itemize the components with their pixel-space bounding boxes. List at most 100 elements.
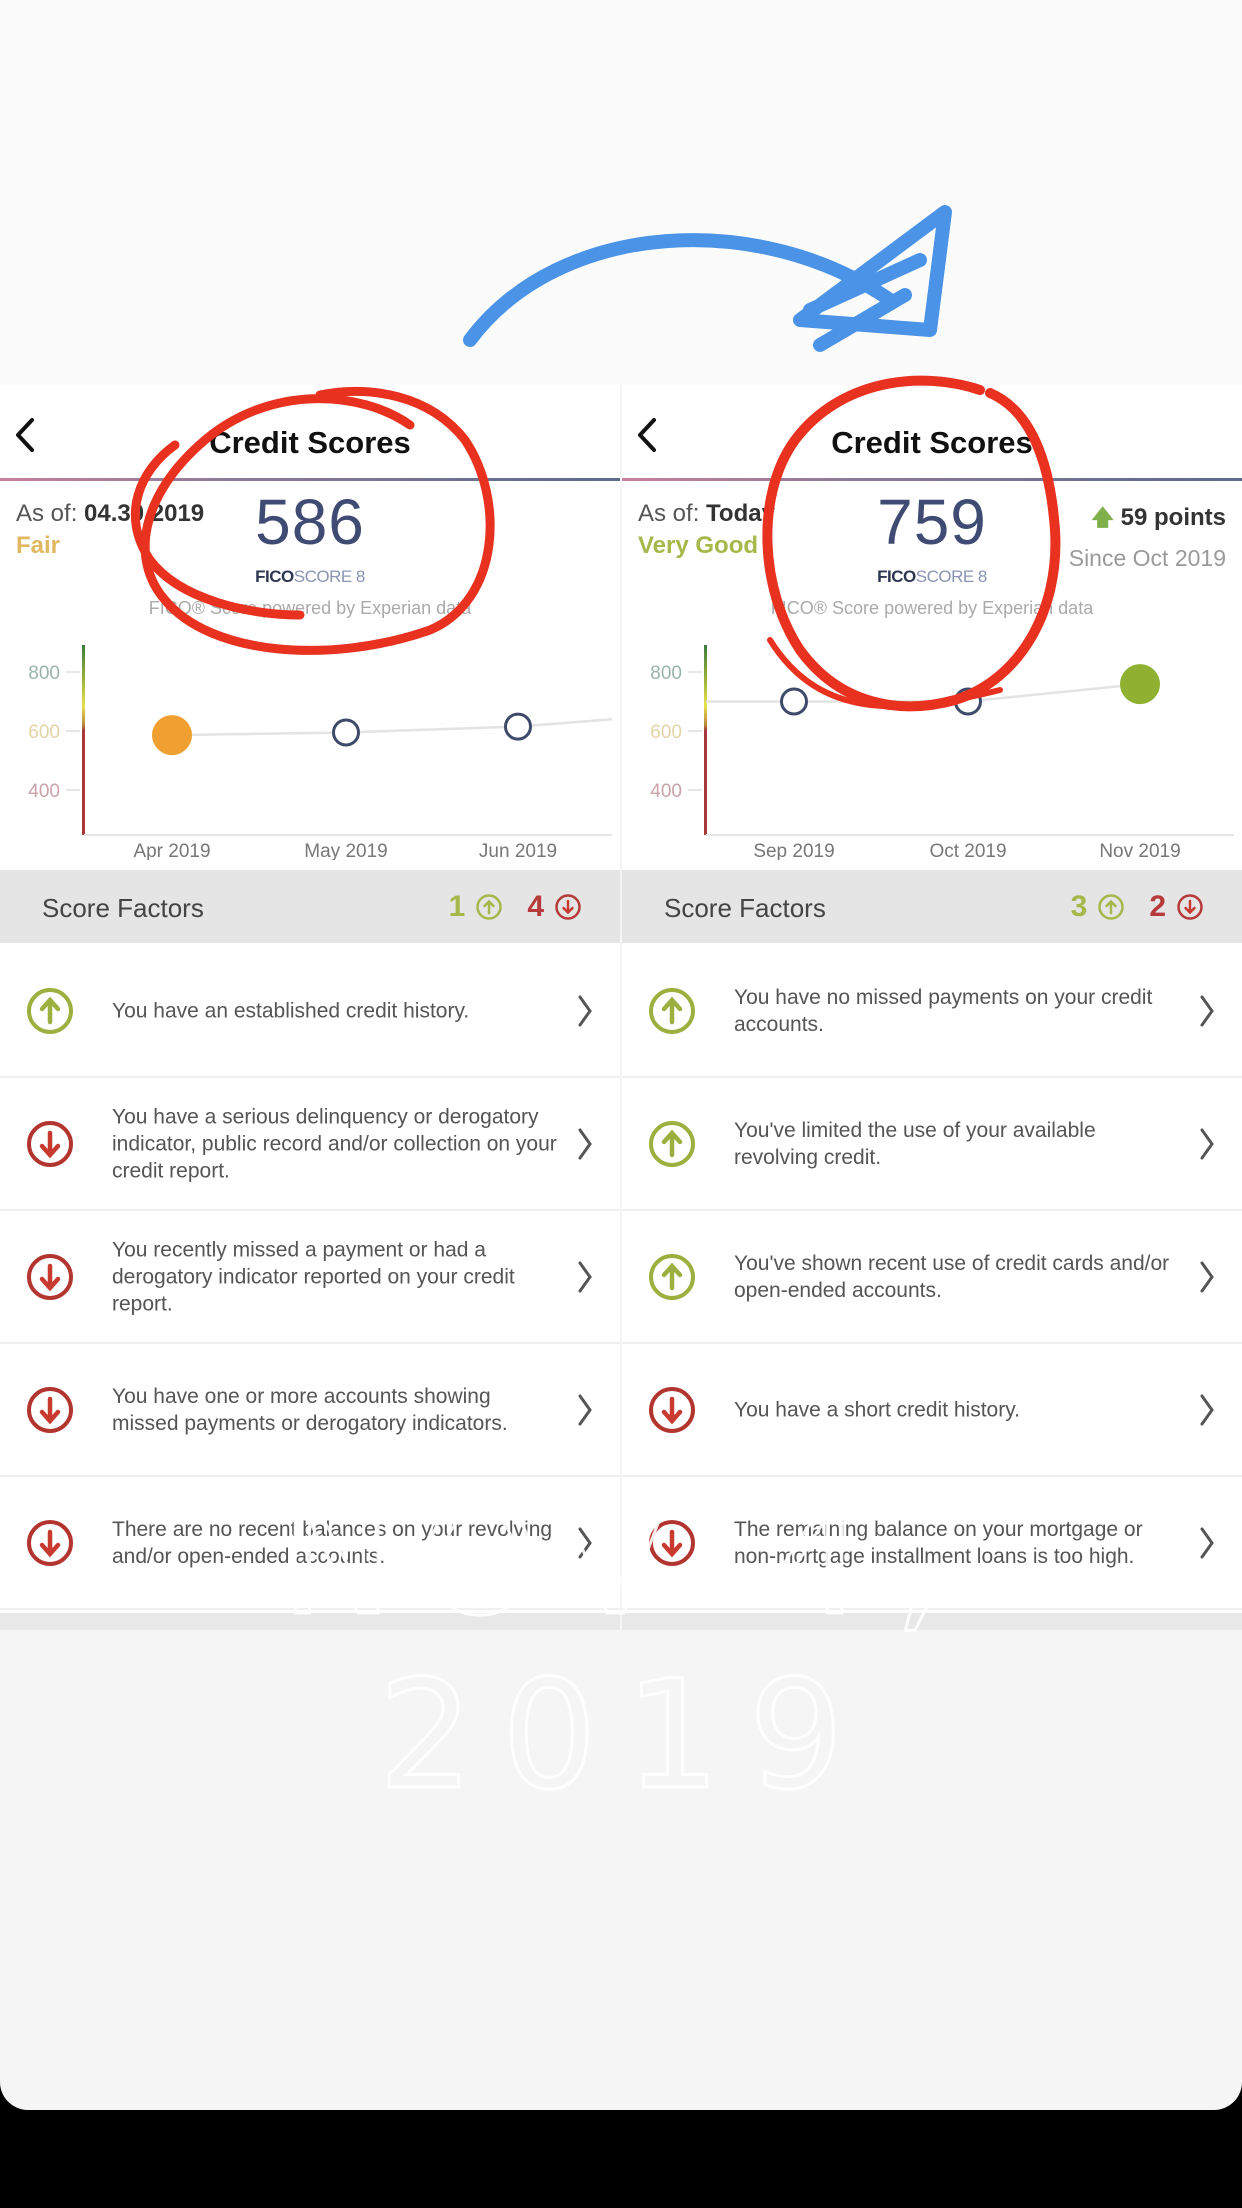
page-title: Credit Scores: [831, 425, 1033, 460]
score-factor-text: There are no recent balances on your rev…: [112, 1517, 553, 1568]
x-tick-label: Nov 2019: [1099, 841, 1180, 860]
score-factor-item[interactable]: You have no missed payments on your cred…: [622, 945, 1242, 1078]
arrow-up-circle-icon: [649, 987, 695, 1034]
score-factor-text: You have a serious delinquency or deroga…: [112, 1105, 557, 1182]
fico-version: SCORE 8: [915, 567, 988, 586]
score-trend-line: [706, 682, 1141, 703]
arrow-down-circle-icon: [1177, 894, 1203, 920]
header: Credit Scores: [0, 385, 620, 481]
panel-footer-bar: [622, 1613, 1242, 1630]
score-factor-item[interactable]: You recently missed a payment or had a d…: [0, 1211, 620, 1344]
score-factor-item[interactable]: You have a serious delinquency or deroga…: [0, 1078, 620, 1211]
score-point: [954, 687, 982, 716]
positive-factor-count: 3: [1070, 890, 1088, 923]
arrow-up-circle-icon: [27, 987, 73, 1034]
score-factor-item[interactable]: You've shown recent use of credit cards …: [622, 1211, 1242, 1344]
arrow-down-circle-icon: [649, 1519, 695, 1566]
panel-footer-bar: [0, 1613, 620, 1630]
x-tick-label: Jun 2019: [479, 841, 557, 860]
y-tick-label: 600: [650, 722, 682, 743]
arrow-down-circle-icon: [649, 1386, 695, 1433]
score-point-current: [152, 715, 192, 756]
chevron-right-icon: [578, 1394, 592, 1425]
arrow-down-circle-icon: [27, 1386, 73, 1433]
y-axis-color-scale: [704, 645, 707, 835]
score-factor-text: The remaining balance on your mortgage o…: [734, 1517, 1143, 1568]
fico-brand: FICO: [877, 567, 916, 586]
score-factors-label: Score Factors: [664, 893, 826, 923]
score-factor-text: You have a short credit history.: [734, 1398, 1020, 1421]
arrow-down-circle-icon: [27, 1253, 73, 1300]
x-tick-label: May 2019: [304, 841, 387, 860]
chevron-right-icon: [578, 1527, 592, 1558]
powered-by-text: FICO® Score powered by Experian data: [148, 598, 472, 618]
arrow-down-circle-icon: [555, 894, 581, 920]
score-factors-header: Score Factors 3 2: [622, 870, 1242, 943]
score-factor-item[interactable]: You have a short credit history.: [622, 1344, 1242, 1477]
score-change-points-row: 🡅 59 points: [1069, 501, 1226, 539]
score-factor-item[interactable]: You've limited the use of your available…: [622, 1078, 1242, 1211]
score-history-chart: 400 600 800 Apr 2019 May 2019 Jun 2019: [0, 635, 620, 860]
y-tick-label: 800: [28, 663, 60, 684]
x-tick-label: Oct 2019: [929, 841, 1006, 860]
chevron-right-icon: [578, 1261, 592, 1292]
score-factor-text: You've limited the use of your available…: [734, 1118, 1096, 1169]
negative-factor-count: 2: [1149, 890, 1166, 923]
chevron-right-icon: [1200, 1527, 1214, 1558]
score-factor-item[interactable]: You have an established credit history.: [0, 945, 620, 1078]
header-divider: [622, 478, 1242, 481]
credit-score: 586: [255, 486, 365, 558]
chevron-right-icon: [578, 1128, 592, 1159]
score-history-chart-svg: 400 600 800 Apr 2019 May 2019 Jun 2019: [28, 645, 613, 860]
score-factor-list: You have no missed payments on your cred…: [622, 945, 1242, 1610]
score-factor-item[interactable]: You have one or more accounts showing mi…: [0, 1344, 620, 1477]
score-factors-label: Score Factors: [42, 893, 204, 923]
score-point-current: [1120, 664, 1160, 705]
arrow-up-circle-icon: [476, 894, 503, 920]
score-trend-line: [171, 717, 613, 737]
score-history-chart-svg: 400 600 800 Sep 2019 Oct 2019 Nov 2019: [650, 645, 1234, 860]
chevron-right-icon: [1200, 995, 1214, 1026]
score-point: [780, 687, 808, 716]
score-factor-text: You've shown recent use of credit cards …: [734, 1251, 1170, 1302]
top-blank-area: [0, 0, 1242, 385]
score-factor-text: You have no missed payments on your cred…: [734, 985, 1153, 1036]
score-factor-item[interactable]: The remaining balance on your mortgage o…: [622, 1477, 1242, 1610]
score-factor-text: You have one or more accounts showing mi…: [112, 1384, 508, 1435]
arrow-up-icon: 🡅: [1091, 505, 1114, 530]
chevron-right-icon: [578, 995, 592, 1026]
score-factor-counts: 1 4: [449, 890, 582, 924]
score-factor-item[interactable]: There are no recent balances on your rev…: [0, 1477, 620, 1610]
score-factor-text: You recently missed a payment or had a d…: [112, 1238, 515, 1315]
panel-after: Credit Scores As of: Today Very Good 759…: [622, 385, 1242, 1630]
fico-brand: FICO: [255, 567, 294, 586]
score-point: [332, 718, 360, 747]
header-divider: [0, 478, 620, 481]
header: Credit Scores: [622, 385, 1242, 481]
score-point: [504, 712, 532, 741]
y-tick-label: 800: [650, 663, 682, 684]
arrow-down-circle-icon: [27, 1120, 73, 1167]
arrow-up-circle-icon: [649, 1253, 695, 1300]
chevron-right-icon: [1200, 1394, 1214, 1425]
score-factor-text: You have an established credit history.: [112, 999, 470, 1022]
fico-score-logo: FICOSCORE 8: [0, 567, 620, 587]
panel-before: Credit Scores As of: 04.30.2019 Fair 586…: [0, 385, 620, 1630]
chevron-right-icon: [1200, 1261, 1214, 1292]
score-factors-header: Score Factors 1 4: [0, 870, 620, 943]
score-change: 🡅 59 points Since Oct 2019: [1069, 501, 1226, 572]
arrow-up-circle-icon: [649, 1120, 695, 1167]
negative-factor-count: 4: [527, 890, 544, 923]
arrow-down-circle-icon: [27, 1519, 73, 1566]
arrow-up-circle-icon: [1098, 894, 1125, 920]
positive-factor-count: 1: [448, 890, 466, 923]
x-tick-label: Apr 2019: [133, 841, 210, 860]
score-change-since: Since Oct 2019: [1068, 545, 1226, 571]
score-factor-list: You have an established credit history. …: [0, 945, 620, 1610]
chevron-right-icon: [1200, 1128, 1214, 1159]
page-title: Credit Scores: [209, 425, 411, 460]
score-factor-counts: 3 2: [1071, 890, 1204, 924]
x-tick-label: Sep 2019: [753, 841, 834, 860]
y-axis-color-scale: [82, 645, 85, 835]
score-change-points: 59 points: [1120, 504, 1226, 531]
